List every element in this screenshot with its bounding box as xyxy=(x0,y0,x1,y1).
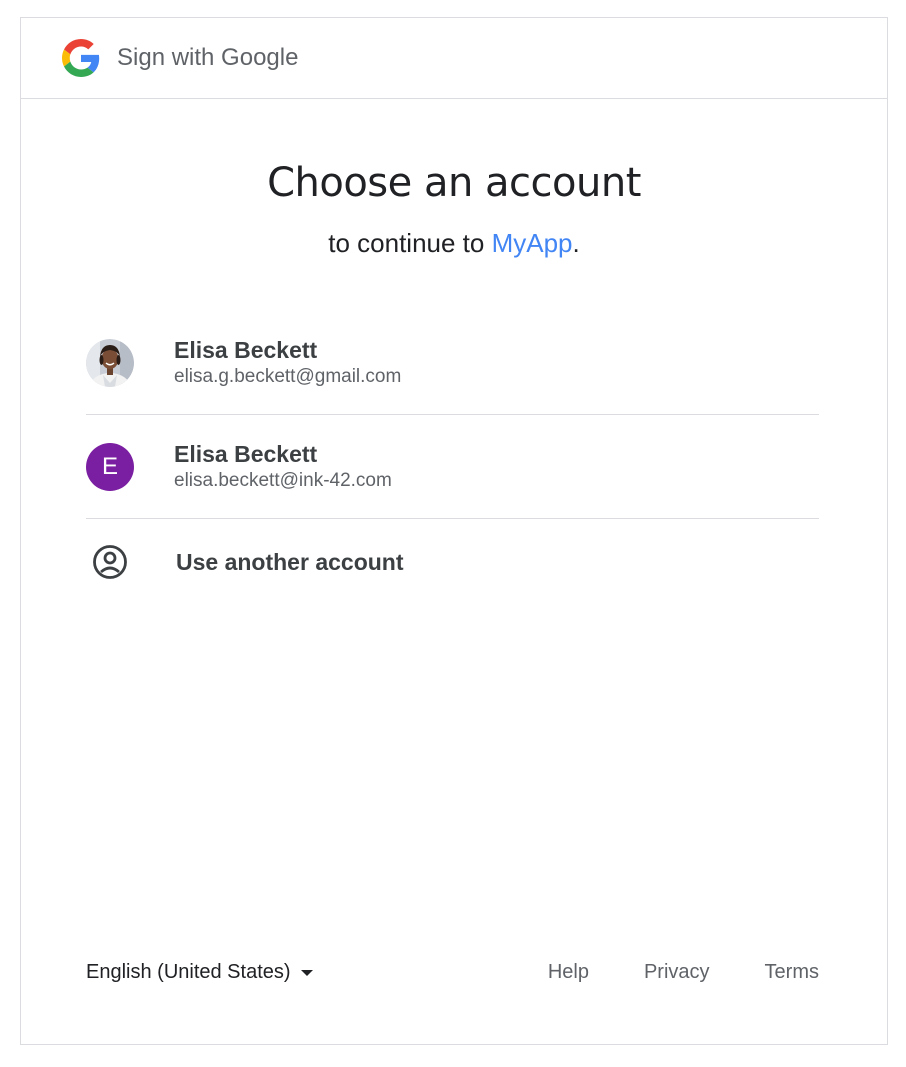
app-name-link[interactable]: MyApp xyxy=(492,228,573,258)
language-selector[interactable]: English (United States) xyxy=(86,961,313,984)
account-list: Elisa Beckett elisa.g.beckett@gmail.com … xyxy=(86,311,819,605)
letter-avatar: E xyxy=(86,442,134,491)
subtitle-suffix: . xyxy=(572,228,580,258)
terms-link[interactable]: Terms xyxy=(765,961,819,984)
account-email: elisa.g.beckett@gmail.com xyxy=(174,365,402,387)
account-email: elisa.beckett@ink-42.com xyxy=(174,469,392,491)
account-name: Elisa Beckett xyxy=(174,336,318,363)
profile-photo-avatar xyxy=(86,338,134,387)
page-title: Choose an account xyxy=(267,160,641,206)
footer-links: Help Privacy Terms xyxy=(493,961,819,984)
account-item-gmail[interactable]: Elisa Beckett elisa.g.beckett@gmail.com xyxy=(86,311,819,415)
language-label: English (United States) xyxy=(86,961,291,983)
account-circle-icon xyxy=(86,538,134,586)
header-title: Sign with Google xyxy=(117,44,299,71)
help-link[interactable]: Help xyxy=(548,961,589,984)
dialog-header: Sign with Google xyxy=(21,18,887,99)
account-text: Elisa Beckett elisa.beckett@ink-42.com xyxy=(174,440,392,494)
sign-in-dialog: Sign with Google Choose an account to co… xyxy=(20,17,888,1045)
google-g-icon xyxy=(62,39,100,77)
account-item-ink42[interactable]: E Elisa Beckett elisa.beckett@ink-42.com xyxy=(86,415,819,519)
use-another-account-button[interactable]: Use another account xyxy=(86,519,819,605)
privacy-link[interactable]: Privacy xyxy=(644,961,710,984)
dialog-footer: English (United States) Help Privacy Ter… xyxy=(86,961,819,984)
account-name: Elisa Beckett xyxy=(174,440,318,467)
page-subtitle: to continue to MyApp. xyxy=(21,228,887,259)
caret-down-icon xyxy=(300,969,313,976)
use-another-account-label: Use another account xyxy=(176,548,404,575)
subtitle-prefix: to continue to xyxy=(328,228,492,258)
account-text: Elisa Beckett elisa.g.beckett@gmail.com xyxy=(174,336,401,390)
